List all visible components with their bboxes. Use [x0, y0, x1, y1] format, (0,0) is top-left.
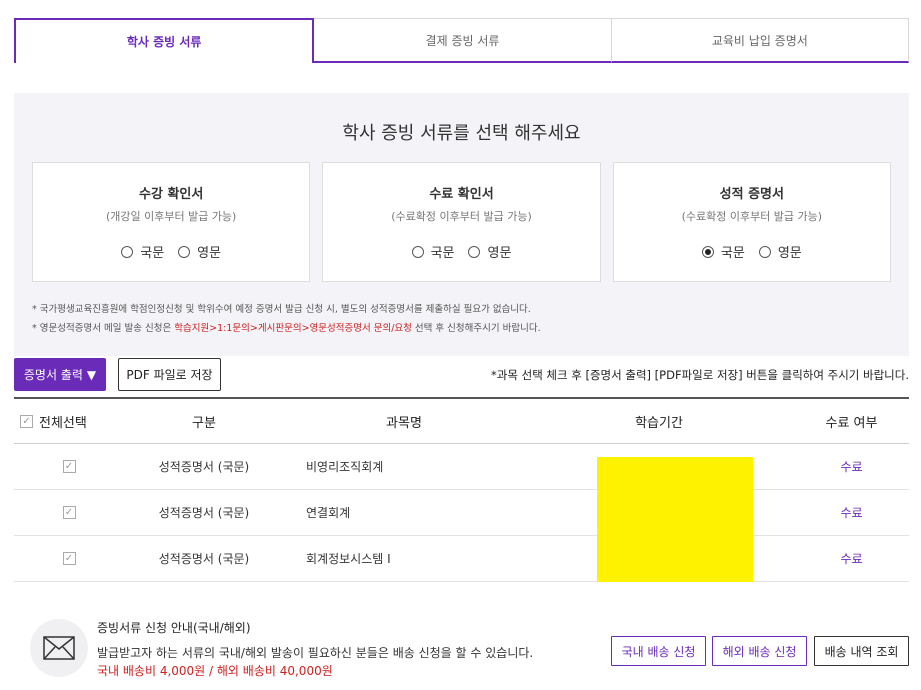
header-subject: 과목명 [386, 415, 422, 431]
header-type: 구분 [192, 415, 216, 431]
row-type: 성적증명서 (국문) [158, 506, 250, 520]
panel-notes: * 국가평생교육진흥원에 학점인정신청 및 학위수여 예정 증명서 발급 신청 … [32, 300, 541, 338]
card-title: 수강 확인서 [139, 187, 204, 202]
shipping-info-title: 증빙서류 신청 안내(국내/해외) [97, 621, 251, 635]
radio-completion-english[interactable]: 영문 [468, 242, 511, 261]
domestic-shipping-button[interactable]: 국내 배송 신청 [611, 636, 706, 666]
action-hint: *과목 선택 체크 후 [증명서 출력] [PDF파일로 저장] 버튼을 클릭하… [491, 368, 909, 382]
document-selection-panel: 학사 증빙 서류를 선택 해주세요 수강 확인서 (개강일 이후부터 발급 가능… [14, 93, 909, 356]
row-subject: 회계정보시스템 I [306, 552, 391, 566]
tab-payment-documents[interactable]: 결제 증빙 서류 [314, 18, 612, 63]
card-title: 수료 확인서 [429, 187, 494, 202]
radio-transcript-english[interactable]: 영문 [758, 242, 802, 261]
radio-icon [121, 245, 134, 258]
table-row: ✓ 성적증명서 (국문) 회계정보시스템 I 20 수료 [14, 536, 909, 582]
save-pdf-button[interactable]: PDF 파일로 저장 [118, 358, 221, 391]
row-status: 수료 [840, 506, 863, 520]
row-status: 수료 [840, 460, 863, 474]
courses-table: ✓ 전체선택 구분 과목명 학습기간 수료 여부 ✓ 성적증명서 (국문) 비영리… [14, 397, 909, 582]
radio-completion-korean[interactable]: 국문 [411, 242, 454, 261]
table-header: ✓ 전체선택 구분 과목명 학습기간 수료 여부 [14, 397, 909, 444]
row-type: 성적증명서 (국문) [158, 552, 250, 566]
card-transcript: 성적 증명서 (수료확정 이후부터 발급 가능) 국문 영문 [612, 162, 891, 282]
row-checkbox[interactable]: ✓ [62, 552, 76, 565]
row-subject: 비영리조직회계 [306, 460, 384, 474]
print-certificate-button[interactable]: 증명서 출력 ▼ [14, 358, 106, 391]
card-completion-certificate: 수료 확인서 (수료확정 이후부터 발급 가능) 국문 영문 [322, 162, 601, 282]
shipping-history-button[interactable]: 배송 내역 조회 [814, 636, 909, 666]
envelope-icon [30, 619, 88, 677]
radio-icon [758, 245, 771, 258]
row-status: 수료 [840, 552, 863, 566]
document-tabs: 학사 증빙 서류 결제 증빙 서류 교육비 납입 증명서 [14, 18, 909, 63]
shipping-info-desc: 발급받고자 하는 서류의 국내/해외 발송이 필요하신 분들은 배송 신청을 할… [97, 646, 534, 660]
radio-icon [178, 245, 191, 258]
caret-down-icon: ▼ [86, 367, 97, 382]
row-type: 성적증명서 (국문) [158, 460, 250, 474]
card-note: (수료확정 이후부터 발급 가능) [681, 210, 823, 223]
table-row: ✓ 성적증명서 (국문) 비영리조직회계 20 수료 [14, 444, 909, 490]
radio-icon [411, 245, 424, 258]
radio-icon [468, 245, 481, 258]
table-row: ✓ 성적증명서 (국문) 연결회계 20 수료 [14, 490, 909, 536]
header-status: 수료 여부 [825, 415, 878, 431]
overseas-shipping-button[interactable]: 해외 배송 신청 [712, 636, 807, 666]
shipping-fee: 국내 배송비 4,000원 / 해외 배송비 40,000원 [97, 664, 333, 678]
card-enrollment-certificate: 수강 확인서 (개강일 이후부터 발급 가능) 국문 영문 [32, 162, 311, 282]
panel-title: 학사 증빙 서류를 선택 해주세요 [342, 123, 581, 144]
radio-enrollment-korean[interactable]: 국문 [121, 242, 164, 261]
row-checkbox[interactable]: ✓ [62, 460, 76, 473]
note-line-1: * 국가평생교육진흥원에 학점인정신청 및 학위수여 예정 증명서 발급 신청 … [32, 304, 531, 315]
checkbox-icon: ✓ [20, 414, 33, 428]
print-label: 증명서 출력 [23, 368, 83, 382]
row-checkbox[interactable]: ✓ [62, 506, 76, 519]
radio-checked-icon [701, 245, 714, 258]
header-period: 학습기간 [635, 415, 683, 431]
select-all-checkbox[interactable]: ✓ 전체선택 [14, 412, 124, 431]
radio-enrollment-english[interactable]: 영문 [178, 242, 221, 261]
note-line-2: * 영문성적증명서 메일 발송 신청은 학습지원>1:1문의>게시판문의>영문성… [32, 323, 541, 334]
tab-academic-documents[interactable]: 학사 증빙 서류 [14, 18, 315, 63]
radio-transcript-korean[interactable]: 국문 [701, 242, 745, 261]
card-note: (수료확정 이후부터 발급 가능) [391, 210, 532, 223]
tab-tuition-certificate[interactable]: 교육비 납입 증명서 [611, 18, 909, 63]
row-subject: 연결회계 [306, 506, 351, 520]
redaction-block [597, 457, 753, 582]
note-menu-path: 학습지원>1:1문의>게시판문의>영문성적증명서 문의/요청 [174, 323, 412, 334]
card-note: (개강일 이후부터 발급 가능) [105, 210, 237, 223]
card-title: 성적 증명서 [719, 187, 784, 202]
